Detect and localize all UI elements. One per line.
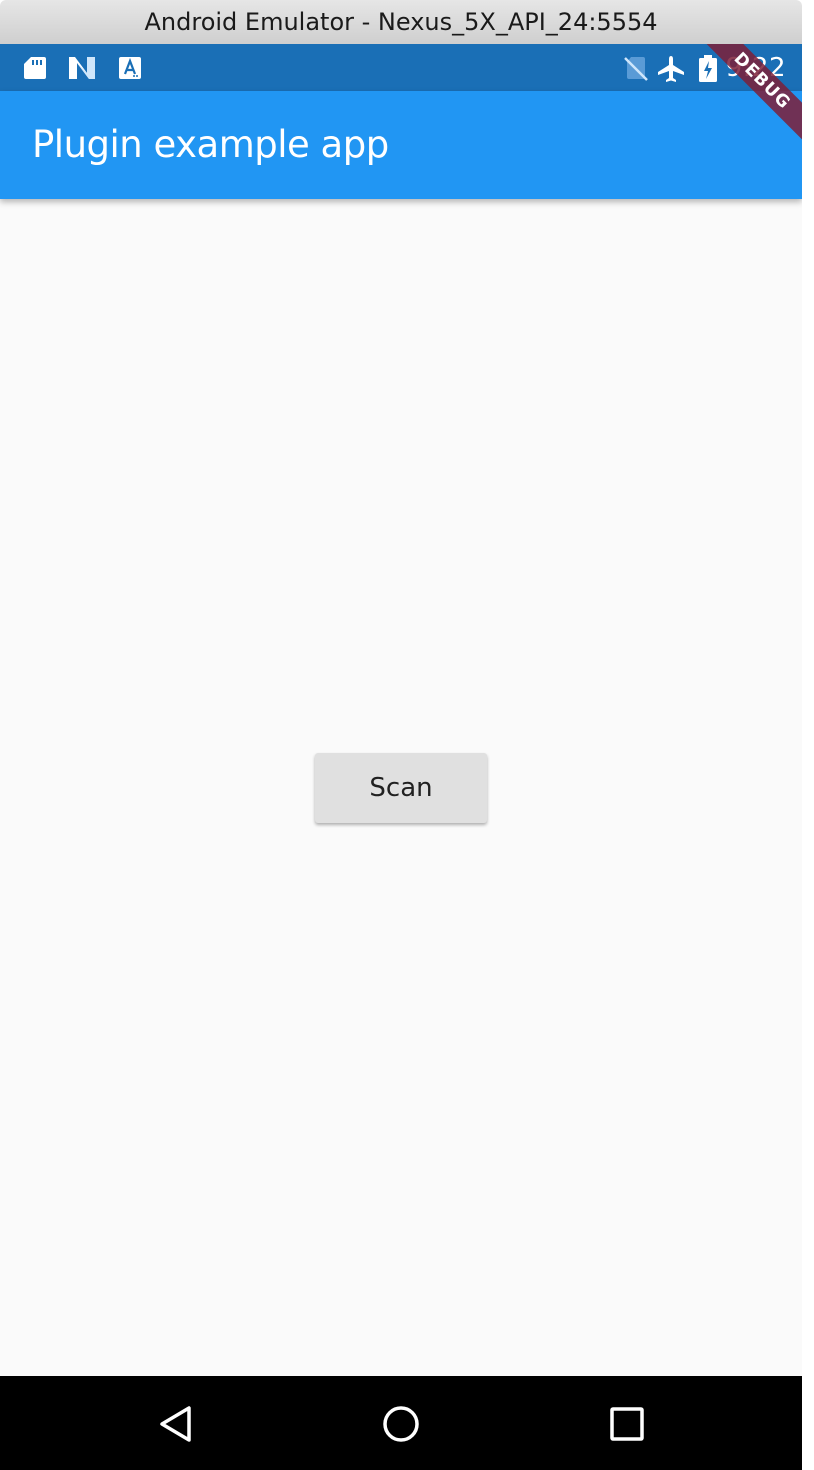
window-edge	[802, 0, 814, 1470]
no-sim-icon	[623, 55, 649, 81]
recents-icon[interactable]	[605, 1402, 649, 1446]
main-content: Scan	[0, 199, 802, 1376]
home-icon[interactable]	[379, 1402, 423, 1446]
app-bar: Plugin example app	[0, 91, 802, 199]
back-icon[interactable]	[154, 1402, 198, 1446]
status-bar: 9:22	[0, 44, 802, 91]
emulator-window: Android Emulator - Nexus_5X_API_24:5554	[0, 0, 802, 1470]
battery-charging-icon	[698, 55, 718, 82]
android-n-icon	[67, 55, 97, 81]
status-time: 9:22	[725, 53, 786, 83]
emulator-title-bar: Android Emulator - Nexus_5X_API_24:5554	[0, 0, 802, 44]
window-title: Android Emulator - Nexus_5X_API_24:5554	[144, 8, 658, 36]
text-app-icon	[117, 55, 143, 81]
scan-button[interactable]: Scan	[315, 753, 487, 823]
navigation-bar	[0, 1376, 802, 1470]
app-title: Plugin example app	[32, 123, 389, 166]
airplane-mode-icon	[656, 55, 686, 82]
sd-card-icon	[22, 55, 48, 81]
